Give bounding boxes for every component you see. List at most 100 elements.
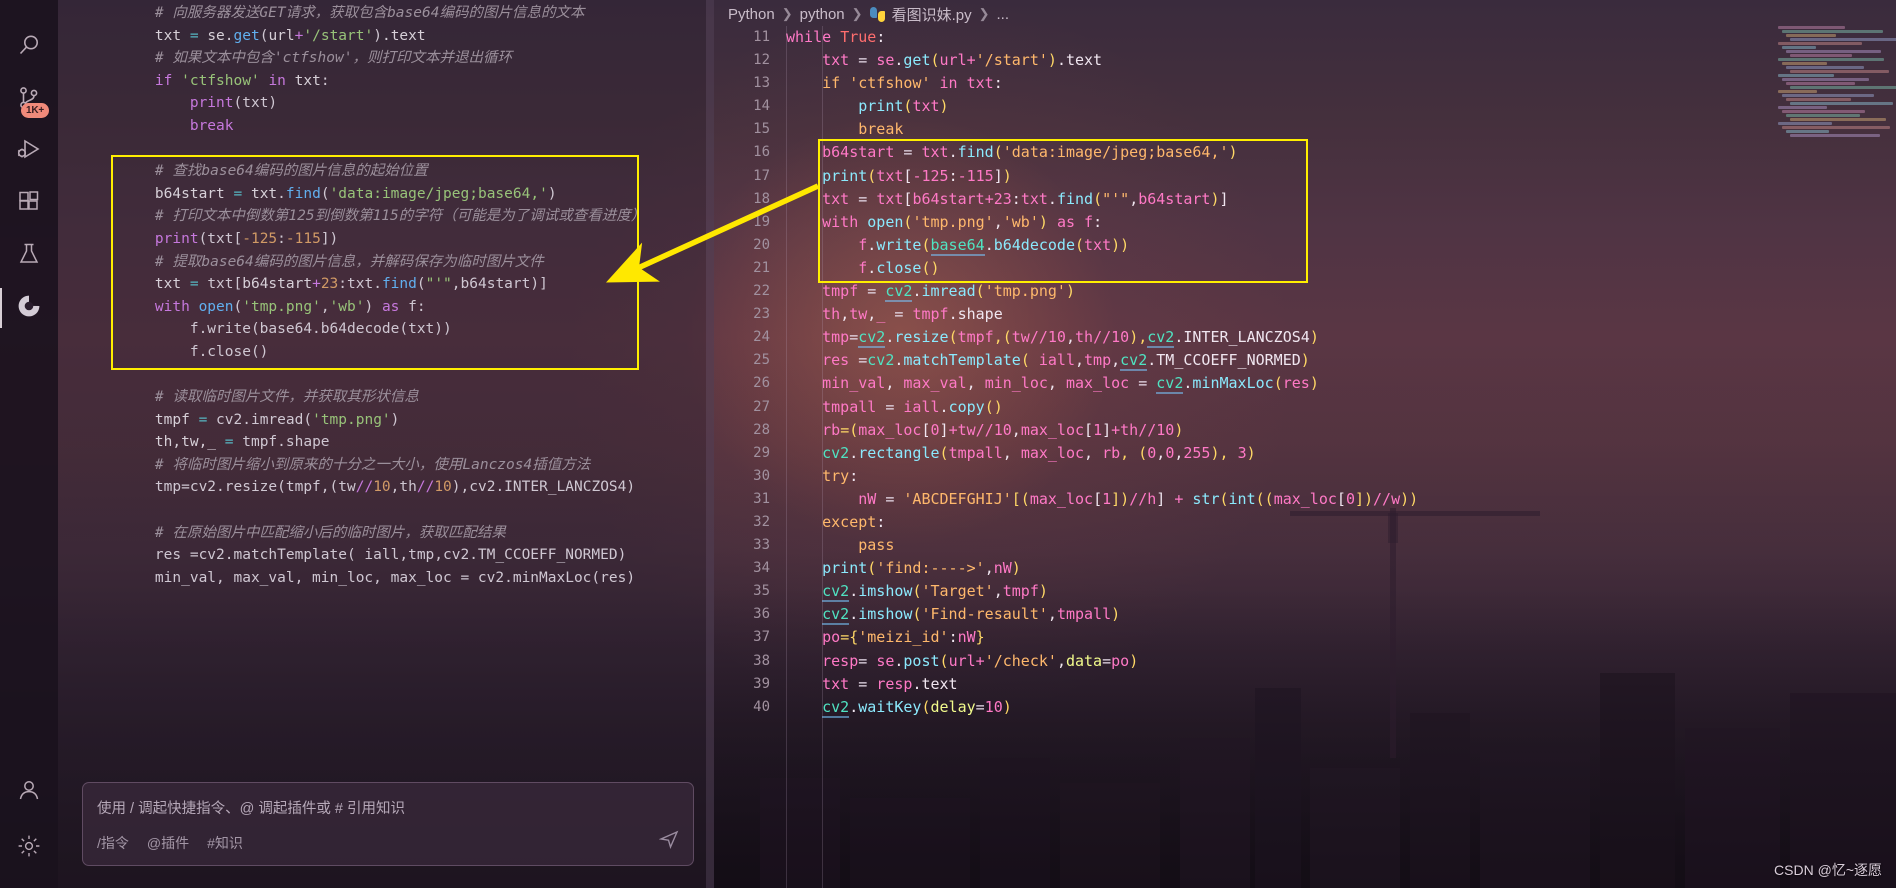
code-token: , (1002, 443, 1021, 462)
editor-line[interactable]: 40 cv2.waitKey(delay=10) (714, 696, 1896, 719)
editor-line[interactable]: 22 tmpf = cv2.imread('tmp.png') (714, 280, 1896, 303)
chip-commands[interactable]: /指令 (97, 833, 129, 853)
code-token: resp (822, 651, 859, 670)
editor-line[interactable]: 19 with open('tmp.png','wb') as f: (714, 211, 1896, 234)
breadcrumb-item-project[interactable]: Python (728, 6, 775, 23)
code-token: ( (930, 51, 940, 70)
breadcrumb-item-folder[interactable]: python (800, 6, 845, 23)
code-token: f (858, 235, 868, 254)
line-content: with open('tmp.png','wb') as f: (714, 211, 1896, 234)
code-token: nW (858, 489, 886, 508)
chat-code-line: min_val, max_val, min_loc, max_loc = cv2… (58, 567, 714, 590)
line-number: 26 (753, 375, 770, 392)
panel-resize-handle[interactable] (706, 0, 714, 888)
code-token: , (966, 374, 985, 393)
chip-knowledge[interactable]: #知识 (207, 833, 243, 853)
line-number: 32 (753, 513, 770, 530)
chat-input-box[interactable]: 使用 / 调起快捷指令、@ 调起插件或 # 引用知识 /指令 @插件 #知识 (82, 782, 694, 866)
editor-line[interactable]: 12 txt = se.get(url+'/start').text (714, 49, 1896, 72)
code-token: . (849, 697, 859, 716)
editor-line[interactable]: 27 tmpall = iall.copy() (714, 396, 1896, 419)
code-token: -125 (912, 166, 949, 185)
editor-line[interactable]: 33 pass (714, 534, 1896, 557)
editor-line[interactable]: 24 tmp=cv2.resize(tmpf,(tw//10,th//10),c… (714, 326, 1896, 349)
send-icon[interactable] (658, 829, 679, 853)
code-token: , (1156, 443, 1166, 462)
code-token: : (993, 74, 1003, 93)
sidebar-item-run-debug[interactable] (0, 126, 58, 178)
code-token: f.write(base64.b64decode(txt)) (189, 321, 452, 338)
editor-line[interactable]: 15 break (714, 118, 1896, 141)
editor-line[interactable]: 18 txt = txt[b64start+23:txt.find("'",b6… (714, 188, 1896, 211)
code-token: tw (1011, 328, 1030, 347)
editor-line[interactable]: 23 th,tw,_ = tmpf.shape (714, 303, 1896, 326)
code-token: f.close() (189, 343, 269, 360)
code-token: : (277, 230, 286, 247)
line-content: cv2.waitKey(delay=10) (714, 696, 1896, 719)
code-token: ( (1093, 189, 1103, 208)
code-token: b64start (822, 143, 904, 162)
editor-line[interactable]: 37 po={'meizi_id':nW} (714, 626, 1896, 649)
code-token: ), (1210, 443, 1238, 462)
editor-line[interactable]: 20 f.write(base64.b64decode(txt)) (714, 234, 1896, 257)
editor-line[interactable]: 30 try: (714, 465, 1896, 488)
code-token: [ (1084, 420, 1094, 439)
editor-minimap[interactable] (1778, 26, 1896, 326)
code-token: ), (1129, 328, 1148, 347)
code-token: tmpf (912, 305, 949, 324)
code-token: tw (849, 305, 868, 324)
code-token: resp (876, 674, 913, 693)
editor-code-lines[interactable]: 11 while True: 12 txt = se.get(url+'/start… (714, 26, 1896, 888)
code-token: except (822, 512, 877, 531)
sidebar-item-settings[interactable] (0, 822, 58, 874)
code-token: # 向服务器发送GET请求，获取包含base64编码的图片信息的文本 (154, 5, 585, 21)
sidebar-item-extensions[interactable] (0, 178, 58, 230)
sidebar-item-search[interactable] (0, 22, 58, 74)
editor-line[interactable]: 14 print(txt) (714, 95, 1896, 118)
editor-line[interactable]: 25 res =cv2.matchTemplate( iall,tmp,cv2.… (714, 349, 1896, 372)
editor-line[interactable]: 17 print(txt[-125:-115]) (714, 165, 1896, 188)
editor-line[interactable]: 39 txt = resp.text (714, 673, 1896, 696)
code-token: = (189, 27, 208, 44)
code-token: + (1111, 420, 1121, 439)
editor-line[interactable]: 31 nW = 'ABCDEFGHIJ'[(max_loc[1])//h] + … (714, 488, 1896, 511)
editor-line[interactable]: 36 cv2.imshow('Find-resault',tmpall) (714, 603, 1896, 626)
line-number: 16 (753, 144, 770, 161)
code-token: : (876, 28, 886, 46)
code-token: 'tmp.png' (312, 411, 391, 428)
minimap-line (1786, 34, 1837, 37)
sidebar-item-accounts[interactable] (0, 766, 58, 818)
chip-plugins[interactable]: @插件 (147, 833, 189, 853)
editor-line[interactable]: 16 b64start = txt.find('data:image/jpeg;… (714, 141, 1896, 164)
code-token: tmp (1084, 351, 1112, 370)
sidebar-item-ai-chat[interactable] (0, 282, 58, 334)
breadcrumb-item-file[interactable]: 看图识妹.py (892, 4, 972, 25)
minimap-line (1790, 134, 1880, 137)
editor-line[interactable]: 21 f.close() (714, 257, 1896, 280)
breadcrumb-item-symbol[interactable]: ... (996, 6, 1009, 23)
editor-line[interactable]: 38 resp= se.post(url+'/check',data=po) (714, 650, 1896, 673)
code-token: = (975, 697, 985, 716)
code-token: tmpall (948, 443, 1003, 462)
code-token: 0 (1345, 489, 1355, 508)
editor-line[interactable]: 32 except: (714, 511, 1896, 534)
editor-line[interactable]: 28 rb=(max_loc[0]+tw//10,max_loc[1]+th//… (714, 419, 1896, 442)
code-token: max_loc (1065, 374, 1139, 393)
code-token: // (1029, 328, 1048, 347)
sidebar-item-source-control[interactable]: 1K+ (0, 74, 58, 126)
editor-line[interactable]: 34 print('find:---->',nW) (714, 557, 1896, 580)
code-token: . (849, 443, 859, 462)
code-token: txt (822, 51, 859, 70)
chat-input-chips: /指令 @插件 #知识 (97, 833, 243, 853)
sidebar-item-testing[interactable] (0, 230, 58, 282)
code-token: 10 (1156, 420, 1175, 439)
code-token: [ (921, 420, 931, 439)
editor-line[interactable]: 26 min_val, max_val, min_loc, max_loc = … (714, 372, 1896, 395)
code-token: . (1147, 351, 1157, 370)
editor-line[interactable]: 35 cv2.imshow('Target',tmpf) (714, 580, 1896, 603)
editor-line[interactable]: 13 if 'ctfshow' in txt: (714, 72, 1896, 95)
editor-line[interactable]: 11 while True: (714, 26, 1896, 49)
editor-line[interactable]: 29 cv2.rectangle(tmpall, max_loc, rb, (0… (714, 442, 1896, 465)
code-token: ,( (993, 328, 1012, 347)
code-token: + (984, 189, 994, 208)
